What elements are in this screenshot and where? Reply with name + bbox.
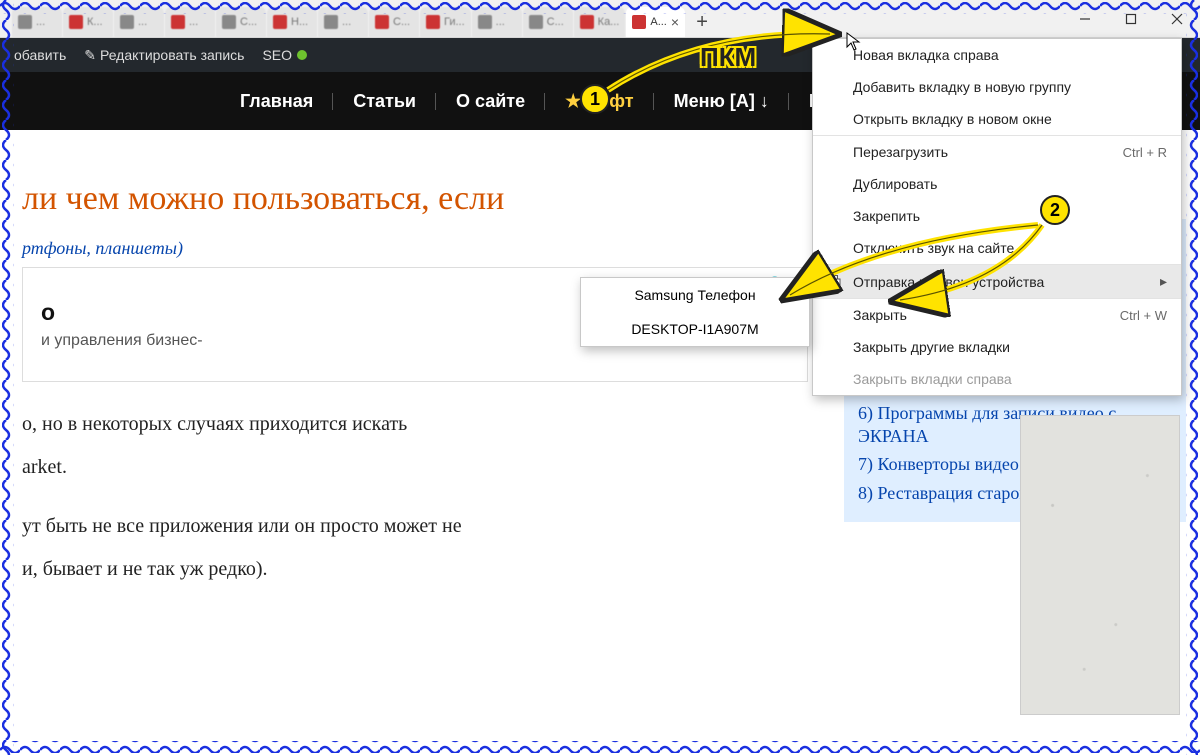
nav-menu[interactable]: Меню [A] ↓ — [654, 81, 789, 122]
browser-tab[interactable]: Ка... — [574, 7, 626, 37]
article-tags[interactable]: ртфоны, планшеты) — [22, 238, 808, 259]
content-image-stone — [1020, 415, 1180, 715]
ad-subtitle: и управления бизнес- — [41, 332, 203, 350]
ctx-open-new-window[interactable]: Открыть вкладку в новом окне — [813, 103, 1181, 136]
window-close-button[interactable] — [1154, 1, 1200, 37]
article-body-text: о, но в некоторых случаях приходится иск… — [22, 410, 808, 439]
browser-tab[interactable]: Ги... — [420, 7, 471, 37]
tab-context-menu: Новая вкладка справа Добавить вкладку в … — [812, 38, 1182, 396]
devices-icon — [825, 275, 841, 289]
shortcut-text: Ctrl + W — [1120, 308, 1167, 323]
device-option-phone[interactable]: Samsung Телефон — [581, 278, 809, 312]
browser-tab[interactable]: К... — [63, 7, 113, 37]
browser-tab-active[interactable]: А... × — [626, 7, 685, 37]
star-icon: ★ — [565, 91, 581, 111]
browser-tab[interactable]: Н... — [267, 7, 317, 37]
tabstrip: ... К... ... ... С... Н... ... С... Ги..… — [0, 0, 1062, 37]
browser-tab[interactable]: ... — [165, 7, 215, 37]
device-option-desktop[interactable]: DESKTOP-I1A907M — [581, 312, 809, 346]
ad-title: о — [41, 299, 203, 326]
article-heading: ли чем можно пользоваться, если — [22, 180, 808, 218]
window-maximize-button[interactable] — [1108, 1, 1154, 37]
ctx-send-to-devices[interactable]: Отправка на свои устройства▸ — [813, 265, 1181, 299]
nav-home[interactable]: Главная — [220, 81, 333, 122]
tab-label: А... — [650, 16, 667, 28]
nav-about[interactable]: О сайте — [436, 81, 545, 122]
ctx-new-tab-right[interactable]: Новая вкладка справа — [813, 39, 1181, 71]
browser-tab[interactable]: С... — [523, 7, 573, 37]
ctx-duplicate[interactable]: Дублировать — [813, 168, 1181, 200]
shortcut-text: Ctrl + R — [1123, 145, 1167, 160]
ctx-mute[interactable]: Отключить звук на сайте — [813, 232, 1181, 265]
seo-status-dot-icon — [297, 50, 307, 60]
admin-seo-link[interactable]: SEO — [262, 47, 307, 63]
browser-titlebar: ... К... ... ... С... Н... ... С... Ги..… — [0, 0, 1200, 38]
ctx-reload[interactable]: ПерезагрузитьCtrl + R — [813, 136, 1181, 168]
admin-edit-link[interactable]: Редактировать запись — [84, 47, 244, 64]
browser-tab[interactable]: ... — [472, 7, 522, 37]
browser-tab[interactable]: ... — [12, 7, 62, 37]
annotation-badge-1: 1 — [580, 84, 610, 114]
ctx-pin[interactable]: Закрепить — [813, 200, 1181, 232]
ctx-close[interactable]: ЗакрытьCtrl + W — [813, 299, 1181, 331]
main-column: ли чем можно пользоваться, если ртфоны, … — [0, 130, 830, 755]
nav-articles[interactable]: Статьи — [333, 81, 436, 122]
browser-tab[interactable]: С... — [216, 7, 266, 37]
tab-close-icon[interactable]: × — [671, 14, 679, 30]
ctx-add-to-group[interactable]: Добавить вкладку в новую группу — [813, 71, 1181, 103]
ctx-close-others[interactable]: Закрыть другие вкладки — [813, 331, 1181, 363]
new-tab-button[interactable]: + — [688, 7, 716, 37]
admin-add-link[interactable]: обавить — [14, 47, 66, 63]
article-body-text: и, бывает и не так уж редко). — [22, 555, 808, 584]
cursor-icon — [846, 32, 862, 57]
article-body-text: ут быть не все приложения или он просто … — [22, 512, 808, 541]
devices-submenu: Samsung Телефон DESKTOP-I1A907M — [580, 277, 810, 347]
browser-tab[interactable]: ... — [318, 7, 368, 37]
window-minimize-button[interactable] — [1062, 1, 1108, 37]
browser-tab[interactable]: С... — [369, 7, 419, 37]
window-controls — [1062, 0, 1200, 37]
article-body-text: arket. — [22, 453, 808, 482]
annotation-badge-2: 2 — [1040, 195, 1070, 225]
annotation-pkm-label: ПКМ — [700, 42, 756, 73]
chevron-right-icon: ▸ — [1160, 273, 1167, 290]
browser-tab[interactable]: ... — [114, 7, 164, 37]
ctx-close-right: Закрыть вкладки справа — [813, 363, 1181, 395]
pencil-icon — [84, 47, 100, 63]
